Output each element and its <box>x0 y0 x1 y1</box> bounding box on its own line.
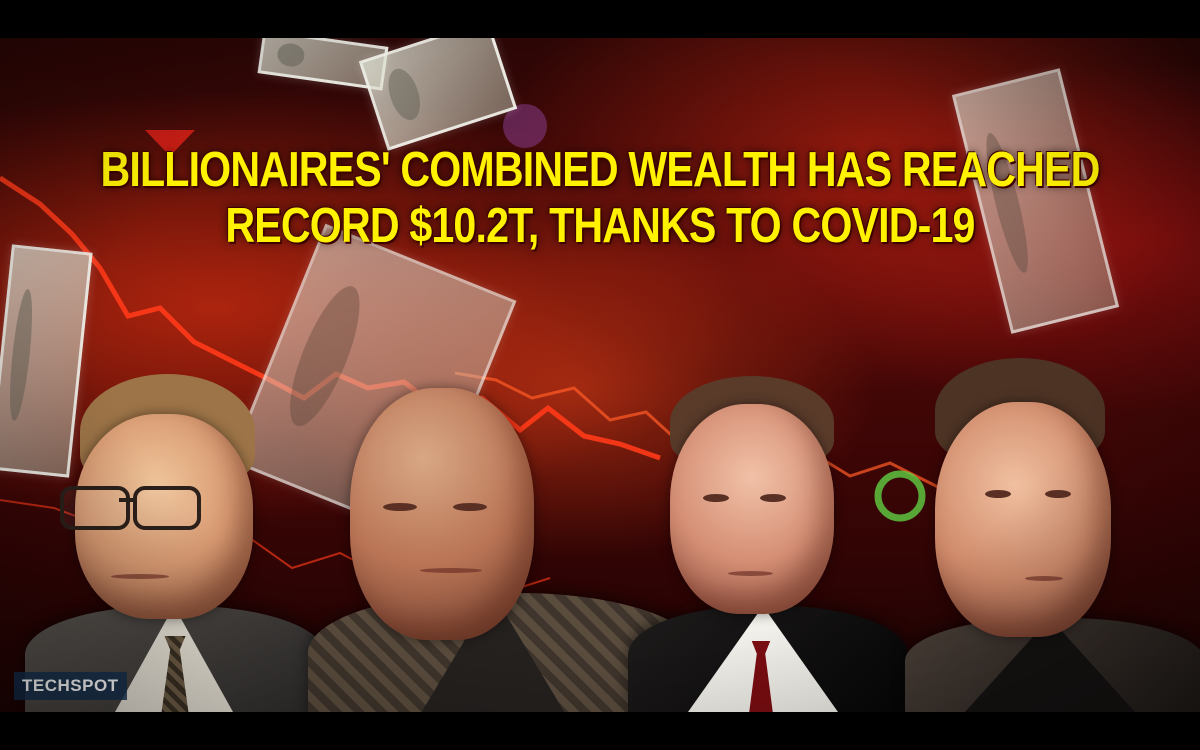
mouth <box>111 574 169 579</box>
right-eye <box>1045 490 1071 498</box>
left-eye <box>985 490 1011 498</box>
face <box>350 388 534 640</box>
billionaire-portrait <box>25 374 325 712</box>
headline-line-2: RECORD $10.2T, THANKS TO COVID-19 <box>225 199 975 253</box>
eyeglasses-bridge <box>119 498 137 502</box>
headline: BILLIONAIRES' COMBINED WEALTH HAS REACHE… <box>96 142 1104 254</box>
eyeglasses-right-lens <box>133 486 201 530</box>
face <box>935 402 1111 637</box>
left-eye <box>703 494 729 502</box>
right-eye <box>453 503 487 511</box>
mouth <box>420 568 482 573</box>
right-eye <box>760 494 786 502</box>
left-eye <box>383 503 417 511</box>
mouth <box>728 571 773 576</box>
billionaire-portrait <box>905 358 1200 712</box>
news-image: BILLIONAIRES' COMBINED WEALTH HAS REACHE… <box>0 38 1200 712</box>
mouth <box>1025 576 1063 581</box>
face <box>670 404 834 614</box>
eyeglasses-left-lens <box>60 486 130 530</box>
headline-line-1: BILLIONAIRES' COMBINED WEALTH HAS REACHE… <box>100 143 1100 197</box>
billionaire-portrait <box>628 376 908 712</box>
letterboxed-image-frame: BILLIONAIRES' COMBINED WEALTH HAS REACHE… <box>0 0 1200 750</box>
techspot-watermark: TECHSPOT <box>14 672 127 700</box>
